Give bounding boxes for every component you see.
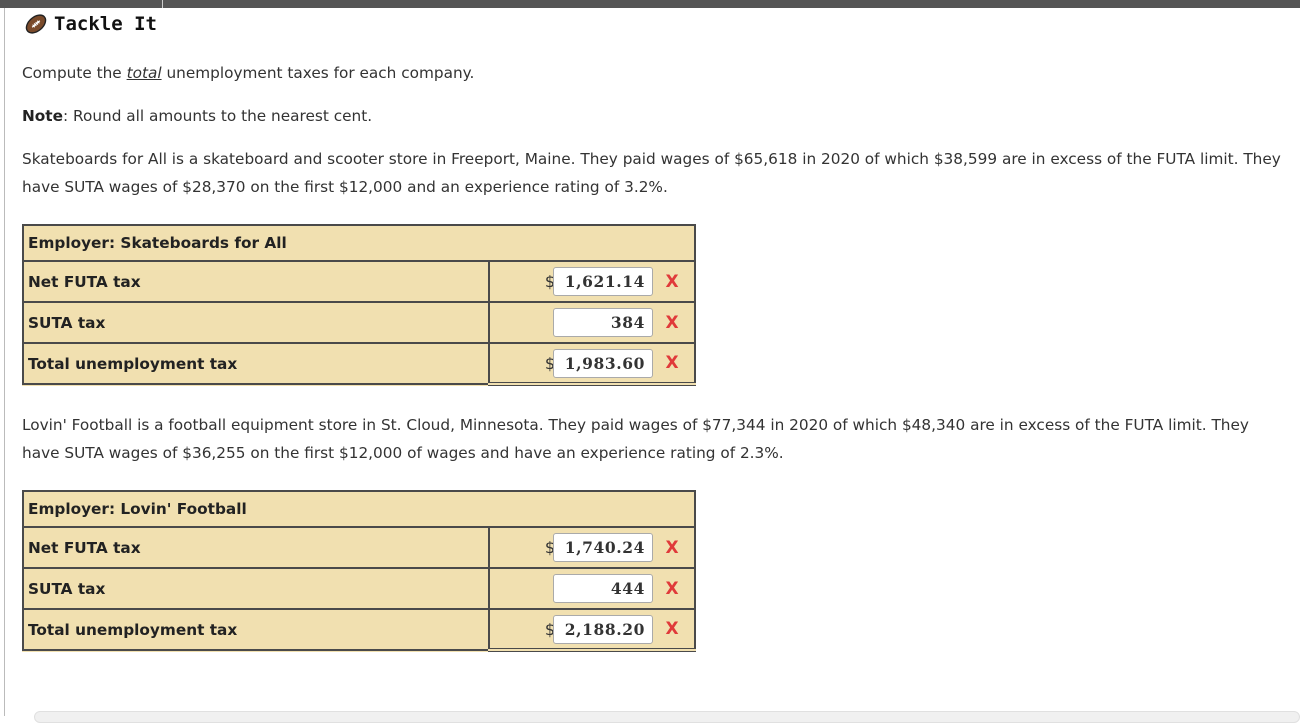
incorrect-icon: X [665, 619, 679, 639]
value-cell: $ 1,983.60 X [488, 342, 696, 386]
instructions-suffix: unemployment taxes for each company. [161, 64, 475, 82]
row-label: SUTA tax [22, 567, 490, 610]
value-cell: $ 1,621.14 X [488, 260, 696, 303]
instructions-emphasis: total [126, 64, 162, 82]
answer-input[interactable]: 384 [553, 308, 653, 337]
football-icon [25, 14, 47, 34]
answer-input[interactable]: 1,983.60 [553, 348, 653, 378]
instructions-prefix: Compute the [22, 64, 127, 82]
answer-input[interactable]: 444 [553, 574, 653, 603]
instructions: Compute the total unemployment taxes for… [22, 59, 1282, 87]
bottom-panel [34, 711, 1300, 723]
value-cell: 384 X [488, 301, 696, 344]
note: Note: Round all amounts to the nearest c… [22, 102, 1282, 130]
note-text: : Round all amounts to the nearest cent. [63, 107, 373, 125]
value-cell: 444 X [488, 567, 696, 610]
row-label: Total unemployment tax [22, 342, 490, 385]
note-label: Note [22, 107, 63, 125]
top-bar-divider [162, 0, 163, 8]
problem2-table: Employer: Lovin' Football Net FUTA tax $… [22, 490, 696, 652]
row-label: Net FUTA tax [22, 260, 490, 303]
left-border [4, 8, 5, 716]
incorrect-icon: X [665, 353, 679, 373]
top-bar [0, 0, 1300, 8]
problem2-description: Lovin' Football is a football equipment … [22, 416, 1249, 462]
row-label: SUTA tax [22, 301, 490, 344]
table-header: Employer: Lovin' Football [22, 490, 696, 528]
value-cell: $ 2,188.20 X [488, 608, 696, 652]
answer-input[interactable]: 1,621.14 [553, 267, 653, 296]
incorrect-icon: X [665, 271, 679, 292]
answer-input[interactable]: 1,740.24 [553, 533, 653, 562]
answer-input[interactable]: 2,188.20 [553, 614, 653, 644]
table-header: Employer: Skateboards for All [22, 224, 696, 262]
page-header: Tackle It [24, 11, 157, 37]
incorrect-icon: X [665, 537, 679, 558]
problem1-description: Skateboards for All is a skateboard and … [22, 150, 1281, 196]
page-title: Tackle It [54, 13, 157, 35]
row-label: Net FUTA tax [22, 526, 490, 569]
problem1-table: Employer: Skateboards for All Net FUTA t… [22, 224, 696, 386]
incorrect-icon: X [665, 578, 679, 599]
incorrect-icon: X [665, 312, 679, 333]
value-cell: $ 1,740.24 X [488, 526, 696, 569]
row-label: Total unemployment tax [22, 608, 490, 651]
